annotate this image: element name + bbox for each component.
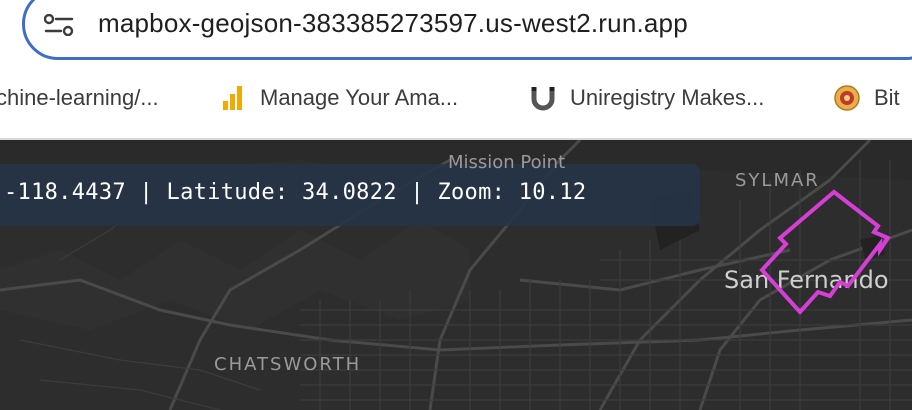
coordinate-readout: -118.4437 | Latitude: 34.0822 | Zoom: 10…: [4, 180, 587, 205]
map-label-chatsworth: CHATSWORTH: [214, 354, 362, 375]
site-info-icon[interactable]: [44, 14, 74, 36]
bookmark-uniregistry[interactable]: Uniregistry Makes...: [530, 78, 764, 118]
bookmark-label: chine-learning/...: [0, 85, 159, 110]
map-label-san-fernando: San Fernando: [724, 266, 889, 294]
map-label-sylmar: SYLMAR: [735, 170, 820, 191]
map-canvas[interactable]: -118.4437 | Latitude: 34.0822 | Zoom: 10…: [0, 140, 912, 410]
url-text[interactable]: mapbox-geojson-383385273597.us-west2.run…: [98, 8, 688, 39]
bookmark-machine-learning[interactable]: chine-learning/...: [0, 78, 159, 118]
bookmark-label: Uniregistry Makes...: [570, 85, 765, 110]
browser-chrome: mapbox-geojson-383385273597.us-west2.run…: [0, 0, 912, 140]
magnet-icon: [531, 87, 555, 111]
coordinate-readout-panel: -118.4437 | Latitude: 34.0822 | Zoom: 10…: [0, 164, 700, 226]
bitcoin-coin-icon: [834, 85, 860, 111]
bookmark-label: Manage Your Ama...: [260, 85, 459, 110]
bar-chart-icon: [223, 86, 242, 110]
bookmark-bitcoin[interactable]: Bit: [834, 78, 900, 118]
bookmark-manage-amazon[interactable]: Manage Your Ama...: [220, 78, 458, 118]
bookmark-label: Bit: [874, 85, 900, 110]
map-label-mission-point: Mission Point: [448, 152, 566, 173]
bookmarks-bar: chine-learning/... Manage Your Ama... Un…: [0, 78, 912, 118]
